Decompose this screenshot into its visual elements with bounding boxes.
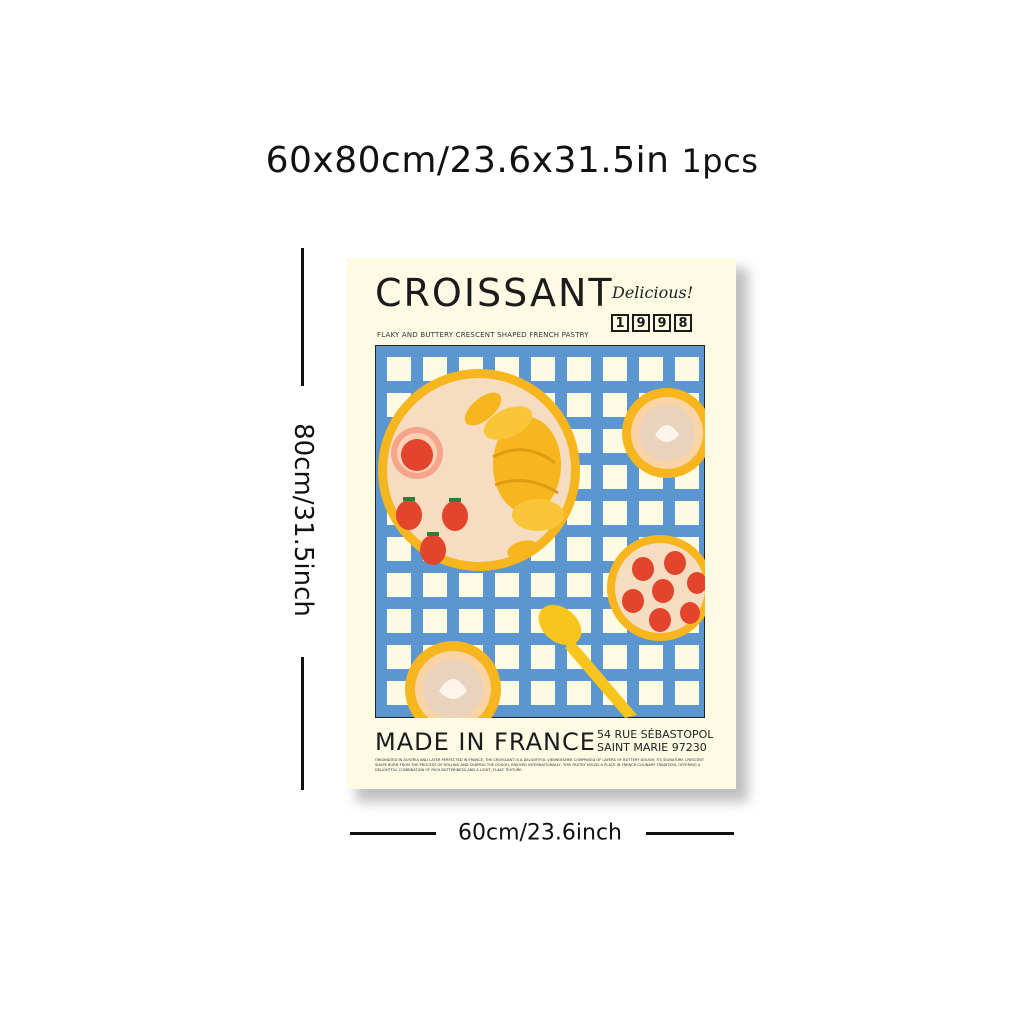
- poster: CROISSANT Delicious! 1 9 9 8 FLAKY AND B…: [347, 258, 736, 789]
- year-digit: 8: [674, 314, 692, 332]
- height-dimension-line-top: [301, 248, 304, 386]
- width-dimension-line-left: [350, 832, 436, 835]
- poster-tagline: Delicious!: [612, 283, 694, 302]
- address-line-1: 54 RUE SÉBASTOPOL: [597, 728, 714, 741]
- poster-body-text: Originated in Austria and later perfecte…: [375, 758, 705, 772]
- poster-footer-title: MADE IN FRANCE: [375, 728, 596, 756]
- width-dimension-line-right: [646, 832, 734, 835]
- size-text: 60x80cm/23.6x31.5in: [265, 140, 670, 181]
- poster-subtitle: FLAKY AND BUTTERY CRESCENT SHAPED FRENCH…: [377, 331, 589, 339]
- croissant-plate: [378, 369, 580, 571]
- year-digit: 9: [653, 314, 671, 332]
- poster-title: CROISSANT: [375, 271, 614, 315]
- address-line-2: SAINT MARIE 97230: [597, 741, 707, 754]
- height-dimension-line-bottom: [301, 657, 304, 790]
- poster-year: 1 9 9 8: [611, 314, 692, 332]
- jam-bowl: [391, 427, 443, 479]
- size-heading: 60x80cm/23.6x31.5in 1pcs: [0, 140, 1024, 181]
- width-dimension-label: 60cm/23.6inch: [457, 820, 623, 846]
- quantity-text: 1pcs: [681, 142, 759, 180]
- poster-address: 54 RUE SÉBASTOPOL SAINT MARIE 97230: [597, 728, 713, 754]
- poster-illustration: [375, 345, 705, 718]
- year-digit: 1: [611, 314, 629, 332]
- height-dimension-label: 80cm/31.5inch: [288, 423, 318, 617]
- year-digit: 9: [632, 314, 650, 332]
